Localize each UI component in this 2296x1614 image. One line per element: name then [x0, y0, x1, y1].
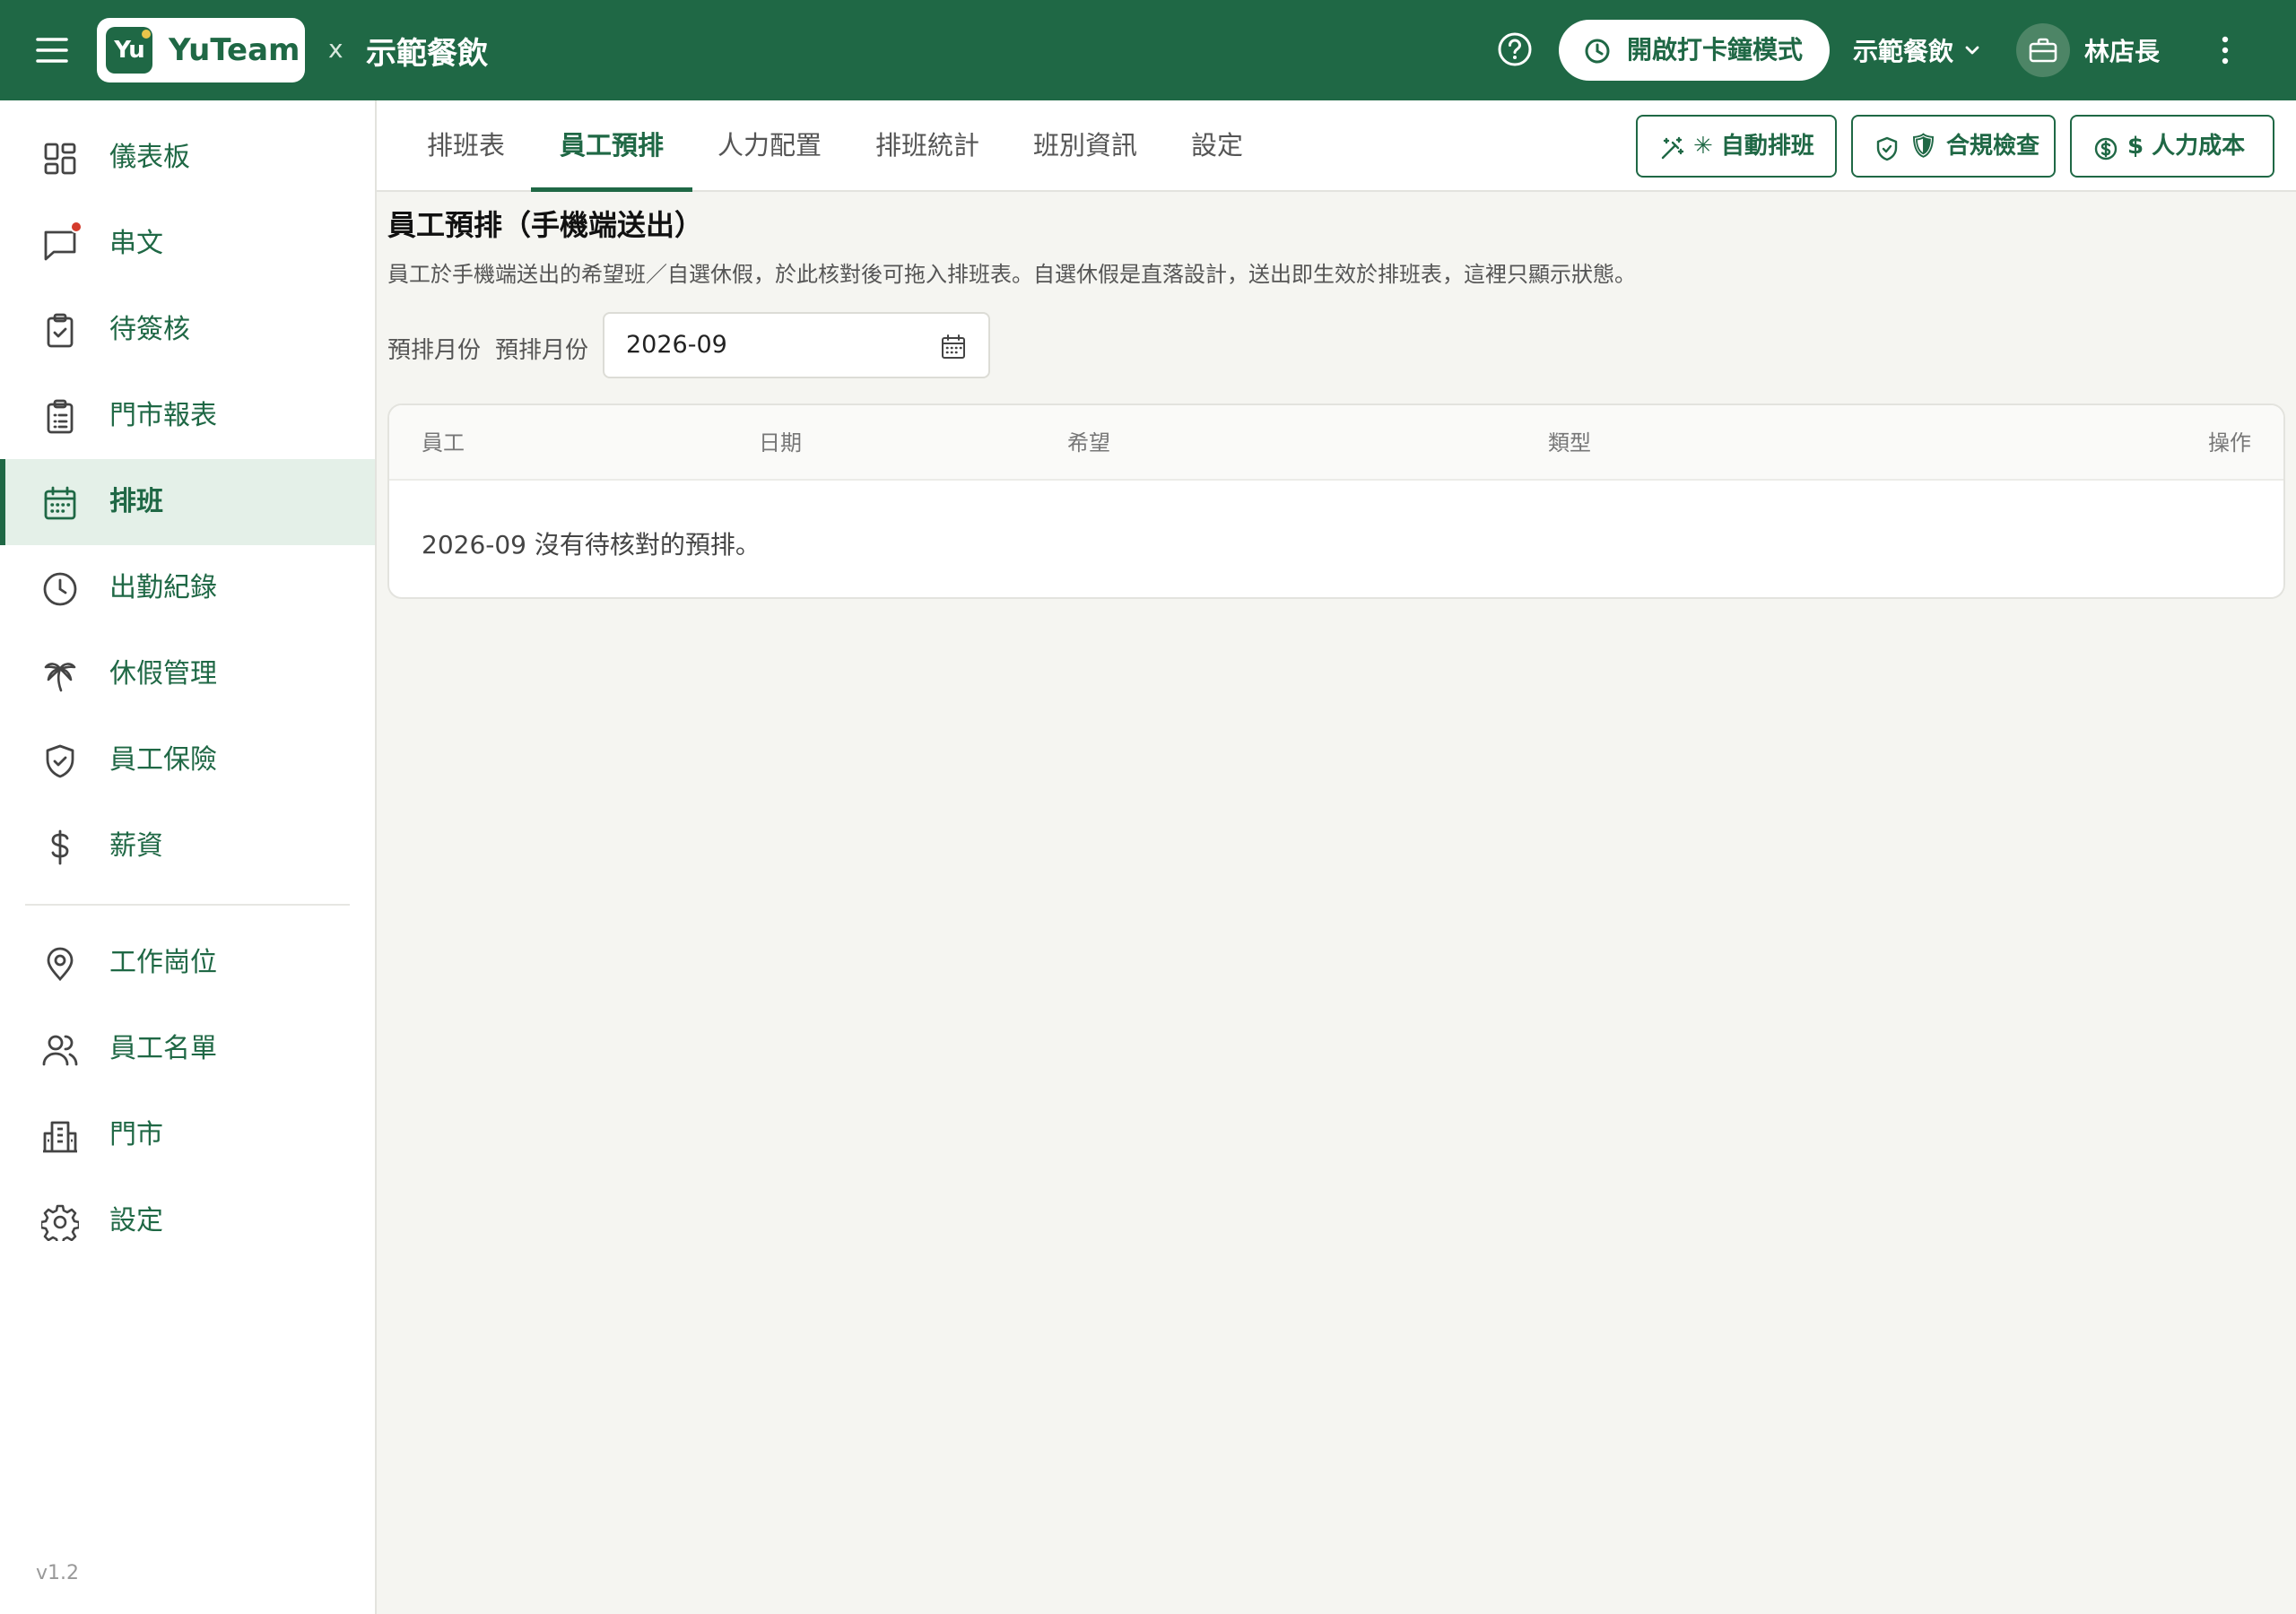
calendar-icon [41, 484, 79, 522]
tab-staffing[interactable]: 人力配置 [718, 100, 822, 190]
tab-settings[interactable]: 設定 [1191, 100, 1243, 190]
sidebar-item-approvals[interactable]: 待簽核 [0, 287, 375, 373]
building-icon [41, 1117, 79, 1155]
chevron-down-icon [1965, 46, 1979, 55]
clock-icon [1585, 39, 1610, 64]
clock-mode-label: 開啟打卡鐘模式 [1627, 35, 1804, 65]
sidebar-item-label: 出勤紀錄 [109, 572, 217, 603]
sidebar-item-dashboard[interactable]: 儀表板 [0, 115, 375, 201]
clock-icon [41, 570, 79, 608]
clipboard-check-icon [41, 312, 79, 350]
brand-logo[interactable]: Yu YuTeam [97, 18, 305, 82]
dollar-circle-icon [2094, 137, 2118, 161]
labor-cost-label: $ 人力成本 [2127, 133, 2246, 160]
auto-schedule-label: ✳ 自動排班 [1693, 133, 1814, 160]
column-header-actions: 操作 [2208, 430, 2251, 456]
sidebar-item-positions[interactable]: 工作崗位 [0, 920, 375, 1006]
sidebar-item-label: 門市 [109, 1119, 163, 1150]
sidebar-item-leave[interactable]: 休假管理 [0, 631, 375, 717]
sidebar-item-label: 員工保險 [109, 744, 217, 776]
sidebar-item-label: 休假管理 [109, 658, 217, 690]
compliance-check-button[interactable]: 🛡 合規檢查 [1851, 115, 2056, 178]
palm-tree-icon [41, 656, 79, 694]
menu-icon[interactable] [34, 30, 70, 70]
sidebar-item-label: 待簽核 [109, 314, 190, 345]
sidebar-item-stores[interactable]: 門市 [0, 1092, 375, 1178]
clipboard-list-icon [41, 398, 79, 436]
help-icon[interactable] [1496, 30, 1534, 68]
notification-badge [70, 221, 83, 233]
avatar[interactable] [2016, 23, 2070, 77]
calendar-icon[interactable] [940, 334, 967, 360]
briefcase-icon [2029, 38, 2057, 63]
tab-schedule-stats[interactable]: 排班統計 [875, 100, 979, 190]
sidebar-item-schedule[interactable]: 排班 [0, 459, 375, 545]
user-name[interactable]: 林店長 [2084, 32, 2160, 68]
prescheduling-table: 員工 日期 希望 類型 操作 2026-09 沒有待核對的預排。 [387, 404, 2285, 599]
column-header-employee: 員工 [422, 430, 465, 456]
sidebar: 儀表板 串文 待簽核 門市報表 排班 出勤紀錄 休假管理 員工保險 薪資 工作崗… [0, 100, 377, 1614]
logo-dot [142, 30, 151, 39]
month-value: 2026-09 [626, 331, 727, 359]
table-header: 員工 日期 希望 類型 操作 [389, 405, 2283, 481]
sidebar-item-label: 儀表板 [109, 142, 190, 173]
month-label: 預排月份 [387, 337, 482, 364]
shield-check-icon [1876, 136, 1898, 161]
clock-mode-button[interactable]: 開啟打卡鐘模式 [1559, 20, 1830, 81]
sidebar-item-label: 串文 [109, 228, 163, 259]
sidebar-item-payroll[interactable]: 薪資 [0, 803, 375, 889]
gear-icon [41, 1203, 79, 1241]
users-icon [41, 1031, 79, 1069]
magic-wand-icon [1661, 136, 1684, 160]
shield-check-icon [41, 742, 79, 780]
labor-cost-button[interactable]: $ 人力成本 [2070, 115, 2274, 178]
empty-state-message: 2026-09 沒有待核對的預排。 [422, 530, 761, 560]
sidebar-item-label: 設定 [109, 1205, 163, 1237]
auto-schedule-button[interactable]: ✳ 自動排班 [1636, 115, 1837, 178]
org-switcher[interactable]: 示範餐飲 [1853, 29, 1980, 72]
top-bar: Yu YuTeam x 示範餐飲 開啟打卡鐘模式 示範餐飲 林店長 [0, 0, 2296, 100]
sidebar-item-posts[interactable]: 串文 [0, 201, 375, 287]
sidebar-item-label: 工作崗位 [109, 947, 217, 978]
sidebar-item-label: 門市報表 [109, 400, 217, 431]
tabs-bar: 排班表 員工預排 人力配置 排班統計 班別資訊 設定 ✳ 自動排班 🛡 合規檢查… [377, 100, 2296, 192]
more-vertical-icon[interactable] [2212, 30, 2239, 70]
page-description: 員工於手機端送出的希望班／自選休假，於此核對後可拖入排班表。自選休假是直落設計，… [387, 262, 1636, 287]
sidebar-item-store-reports[interactable]: 門市報表 [0, 373, 375, 459]
month-picker-input[interactable]: 2026-09 [603, 312, 990, 378]
dashboard-icon [41, 140, 79, 178]
brand-separator: x [328, 34, 344, 64]
brand-name: YuTeam [169, 32, 300, 68]
column-header-preference: 希望 [1067, 430, 1110, 456]
version-label: v1.2 [36, 1562, 80, 1584]
sidebar-item-insurance[interactable]: 員工保險 [0, 717, 375, 803]
org-name: 示範餐飲 [366, 36, 488, 72]
compliance-check-label: 🛡 合規檢查 [1909, 133, 2040, 160]
tab-staff-prescheduling[interactable]: 員工預排 [530, 100, 693, 192]
sidebar-item-settings[interactable]: 設定 [0, 1178, 375, 1264]
sidebar-item-label: 排班 [109, 486, 163, 517]
dollar-icon [41, 829, 79, 866]
column-header-type: 類型 [1548, 430, 1591, 456]
month-field-label: 預排月份 [495, 337, 589, 364]
tab-shift-info[interactable]: 班別資訊 [1033, 100, 1137, 190]
map-pin-icon [41, 945, 79, 983]
sidebar-divider [25, 904, 350, 906]
tab-schedule-table[interactable]: 排班表 [427, 100, 505, 190]
column-header-date: 日期 [759, 430, 802, 456]
org-switch-label: 示範餐飲 [1853, 37, 1954, 66]
page-title: 員工預排（手機端送出） [387, 208, 704, 242]
sidebar-item-label: 薪資 [109, 830, 163, 862]
sidebar-item-attendance[interactable]: 出勤紀錄 [0, 545, 375, 631]
sidebar-item-label: 員工名單 [109, 1033, 217, 1064]
sidebar-item-staff-list[interactable]: 員工名單 [0, 1006, 375, 1092]
